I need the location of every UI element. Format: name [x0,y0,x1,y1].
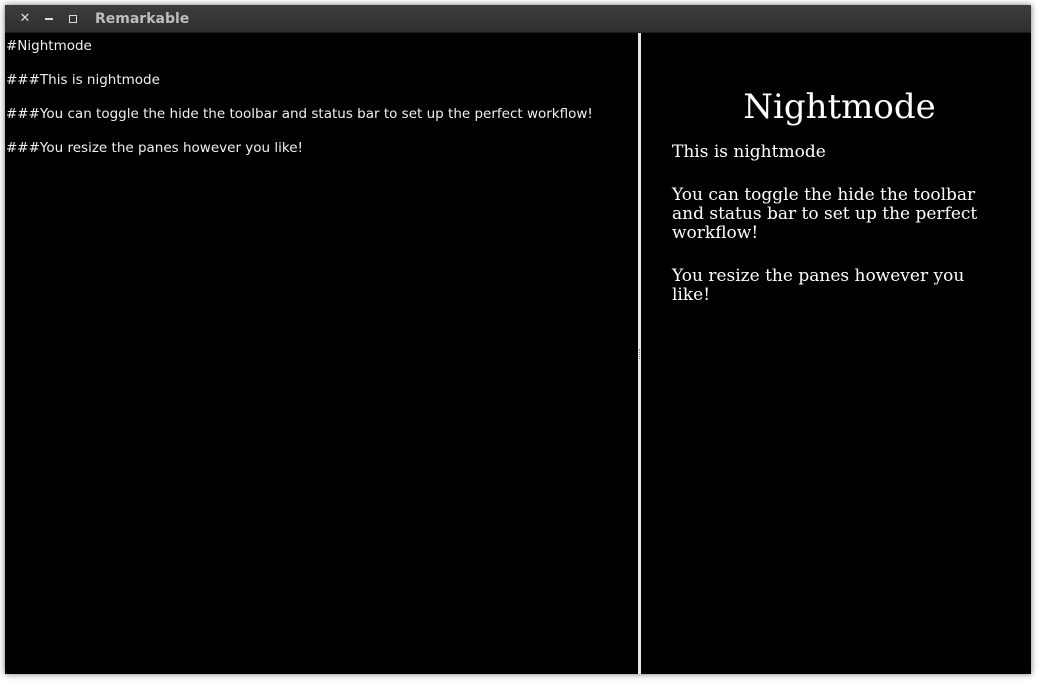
close-icon[interactable]: ✕ [15,9,35,29]
window-title: Remarkable [95,11,190,27]
preview-paragraph: You resize the panes however you like! [672,266,965,305]
markdown-editor[interactable]: #Nightmode ###This is nightmode ###You c… [5,33,637,674]
splitter-grip-icon[interactable] [639,349,641,359]
editor-line[interactable]: ###You resize the panes however you like… [6,140,637,157]
app-window: ✕ Remarkable #Nightmode ###This is night… [5,5,1031,674]
title-bar[interactable]: ✕ Remarkable [5,5,1031,33]
preview-heading: Nightmode [743,87,936,127]
preview-paragraph: This is nightmode [672,142,826,162]
preview-paragraph: You can toggle the hide the toolbar and … [672,185,978,243]
maximize-icon[interactable] [63,9,83,29]
minimize-icon[interactable] [39,9,59,29]
editor-line[interactable]: #Nightmode [6,38,637,55]
editor-line[interactable]: ###You can toggle the hide the toolbar a… [6,106,637,123]
markdown-preview: Nightmode This is nightmode You can togg… [642,33,1031,674]
editor-line[interactable]: ###This is nightmode [6,72,637,89]
